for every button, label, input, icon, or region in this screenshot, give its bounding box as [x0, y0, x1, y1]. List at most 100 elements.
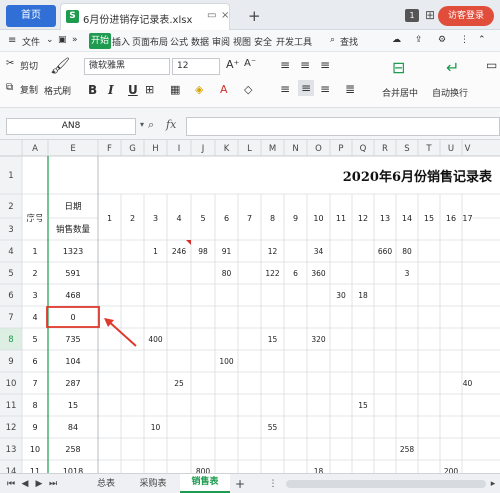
merge-center-icon[interactable]: ⊟ [392, 58, 405, 77]
grid-canvas[interactable]: AEFGHIJKLMNOPQRSTUV123456789101112131415… [0, 140, 500, 473]
chevron-down-icon[interactable]: ⌄ [46, 35, 54, 45]
wrap-text-icon[interactable]: ↵ [446, 58, 459, 77]
horizontal-scrollbar[interactable] [286, 480, 486, 488]
chevron-right-icon[interactable]: » [72, 35, 78, 45]
decrease-font-icon[interactable]: A⁻ [244, 58, 256, 69]
align-middle-icon[interactable]: ≡ [300, 58, 310, 72]
document-tab[interactable]: S 6月份进销存记录表.xlsx ▭ × [60, 3, 230, 30]
merge-center-button[interactable]: 合并居中 [382, 86, 418, 99]
data-cell[interactable]: 34 [314, 247, 324, 256]
row-header[interactable]: 7 [8, 313, 13, 323]
seq-cell[interactable]: 4 [32, 313, 37, 322]
add-sheet-button[interactable]: + [234, 476, 246, 492]
sheet-tab-sales[interactable]: 销售表 [180, 474, 230, 493]
seq-cell[interactable]: 7 [32, 379, 37, 388]
data-cell[interactable]: 98 [198, 247, 208, 256]
underline-button[interactable]: U [128, 83, 138, 97]
data-cell[interactable]: 246 [172, 247, 187, 256]
tab-insert[interactable]: 插入 [112, 35, 130, 48]
new-tab-button[interactable]: + [248, 7, 261, 25]
qty-cell[interactable]: 84 [68, 423, 78, 432]
data-cell[interactable]: 18 [358, 291, 368, 300]
hamburger-icon[interactable]: ≡ [8, 35, 16, 46]
column-header[interactable]: K [224, 144, 230, 154]
column-header[interactable]: S [404, 144, 409, 154]
column-header[interactable]: N [292, 144, 298, 154]
fill-color-icon[interactable]: ◈ [195, 83, 203, 96]
data-cell[interactable]: 660 [378, 247, 393, 256]
search-icon[interactable]: ⌕ [330, 35, 335, 45]
seq-cell[interactable]: 6 [32, 357, 37, 366]
apps-grid-icon[interactable]: ⊞ [425, 8, 435, 22]
data-cell[interactable]: 3 [405, 269, 410, 278]
column-header[interactable]: M [269, 144, 276, 154]
column-header[interactable]: O [315, 144, 322, 154]
data-cell[interactable]: 400 [148, 335, 163, 344]
qty-cell[interactable]: 287 [65, 379, 80, 388]
wrap-text-button[interactable]: 自动换行 [432, 86, 468, 99]
align-left-icon[interactable]: ≡ [280, 82, 290, 96]
qty-cell[interactable]: 1323 [63, 247, 83, 256]
tab-formula[interactable]: 公式 [170, 35, 188, 48]
last-sheet-icon[interactable]: ⏭ [48, 476, 58, 492]
home-tab[interactable]: 首页 [6, 5, 56, 27]
data-cell[interactable]: 15 [358, 401, 368, 410]
format-painter-button[interactable]: 格式刷 [44, 84, 71, 97]
fx-icon[interactable]: fx [166, 118, 176, 131]
qty-cell[interactable]: 104 [65, 357, 80, 366]
align-top-icon[interactable]: ≡ [280, 58, 290, 72]
share-icon[interactable]: ⇪ [415, 35, 423, 45]
qty-cell[interactable]: 0 [70, 313, 75, 322]
menu-file[interactable]: 文件 [22, 35, 40, 48]
column-header[interactable]: T [425, 144, 432, 154]
distribute-icon[interactable]: ≣ [345, 82, 355, 96]
column-header[interactable]: I [178, 144, 181, 154]
data-cell[interactable]: 258 [400, 445, 415, 454]
close-tab-icon[interactable]: × [221, 10, 229, 21]
data-cell[interactable]: 6 [293, 269, 298, 278]
first-sheet-icon[interactable]: ⏮ [6, 476, 16, 492]
copy-button[interactable]: 复制 [20, 83, 38, 96]
tab-security[interactable]: 安全 [254, 35, 272, 48]
row-header[interactable]: 5 [8, 269, 13, 279]
qty-cell[interactable]: 591 [65, 269, 80, 278]
column-header[interactable]: R [382, 144, 388, 154]
row-header[interactable]: 13 [6, 445, 17, 455]
font-name-select[interactable]: 微软雅黑 [84, 58, 170, 75]
scissors-icon[interactable]: ✂ [6, 58, 14, 69]
paintbrush-icon[interactable]: 🖌 [50, 56, 70, 75]
seq-cell[interactable]: 10 [30, 445, 40, 454]
search-label[interactable]: 查找 [340, 35, 358, 48]
login-button[interactable]: 访客登录 [438, 6, 494, 26]
save-icon[interactable]: ▣ [58, 35, 67, 45]
prev-sheet-icon[interactable]: ◀ [20, 476, 30, 492]
tab-data[interactable]: 数据 [191, 35, 209, 48]
row-header[interactable]: 2 [8, 202, 13, 212]
cut-button[interactable]: 剪切 [20, 59, 38, 72]
font-color-icon[interactable]: A [220, 83, 228, 96]
seq-cell[interactable]: 2 [32, 269, 37, 278]
seq-cell[interactable]: 8 [32, 401, 37, 410]
row-header[interactable]: 3 [8, 225, 13, 235]
column-header[interactable]: G [129, 144, 136, 154]
qty-cell[interactable]: 15 [68, 401, 78, 410]
data-cell[interactable]: 30 [336, 291, 346, 300]
sheet-menu-icon[interactable]: ⋮ [268, 476, 278, 492]
column-header[interactable]: V [465, 144, 471, 154]
table-style-icon[interactable]: ▦ [170, 83, 180, 96]
tab-start[interactable]: 开始 [89, 33, 111, 49]
data-cell[interactable]: 100 [219, 357, 234, 366]
data-cell[interactable]: 12 [268, 247, 278, 256]
column-header[interactable]: Q [360, 144, 367, 154]
italic-button[interactable]: I [108, 83, 114, 97]
tab-view[interactable]: 视图 [233, 35, 251, 48]
seq-cell[interactable]: 1 [32, 247, 37, 256]
data-cell[interactable]: 80 [402, 247, 412, 256]
data-cell[interactable]: 122 [265, 269, 280, 278]
data-cell[interactable]: 40 [463, 379, 473, 388]
tab-page-layout[interactable]: 页面布局 [132, 35, 168, 48]
copy-icon[interactable]: ⧉ [6, 82, 13, 93]
qty-cell[interactable]: 258 [65, 445, 80, 454]
row-header[interactable]: 6 [8, 291, 13, 301]
align-bottom-icon[interactable]: ≡ [320, 58, 330, 72]
